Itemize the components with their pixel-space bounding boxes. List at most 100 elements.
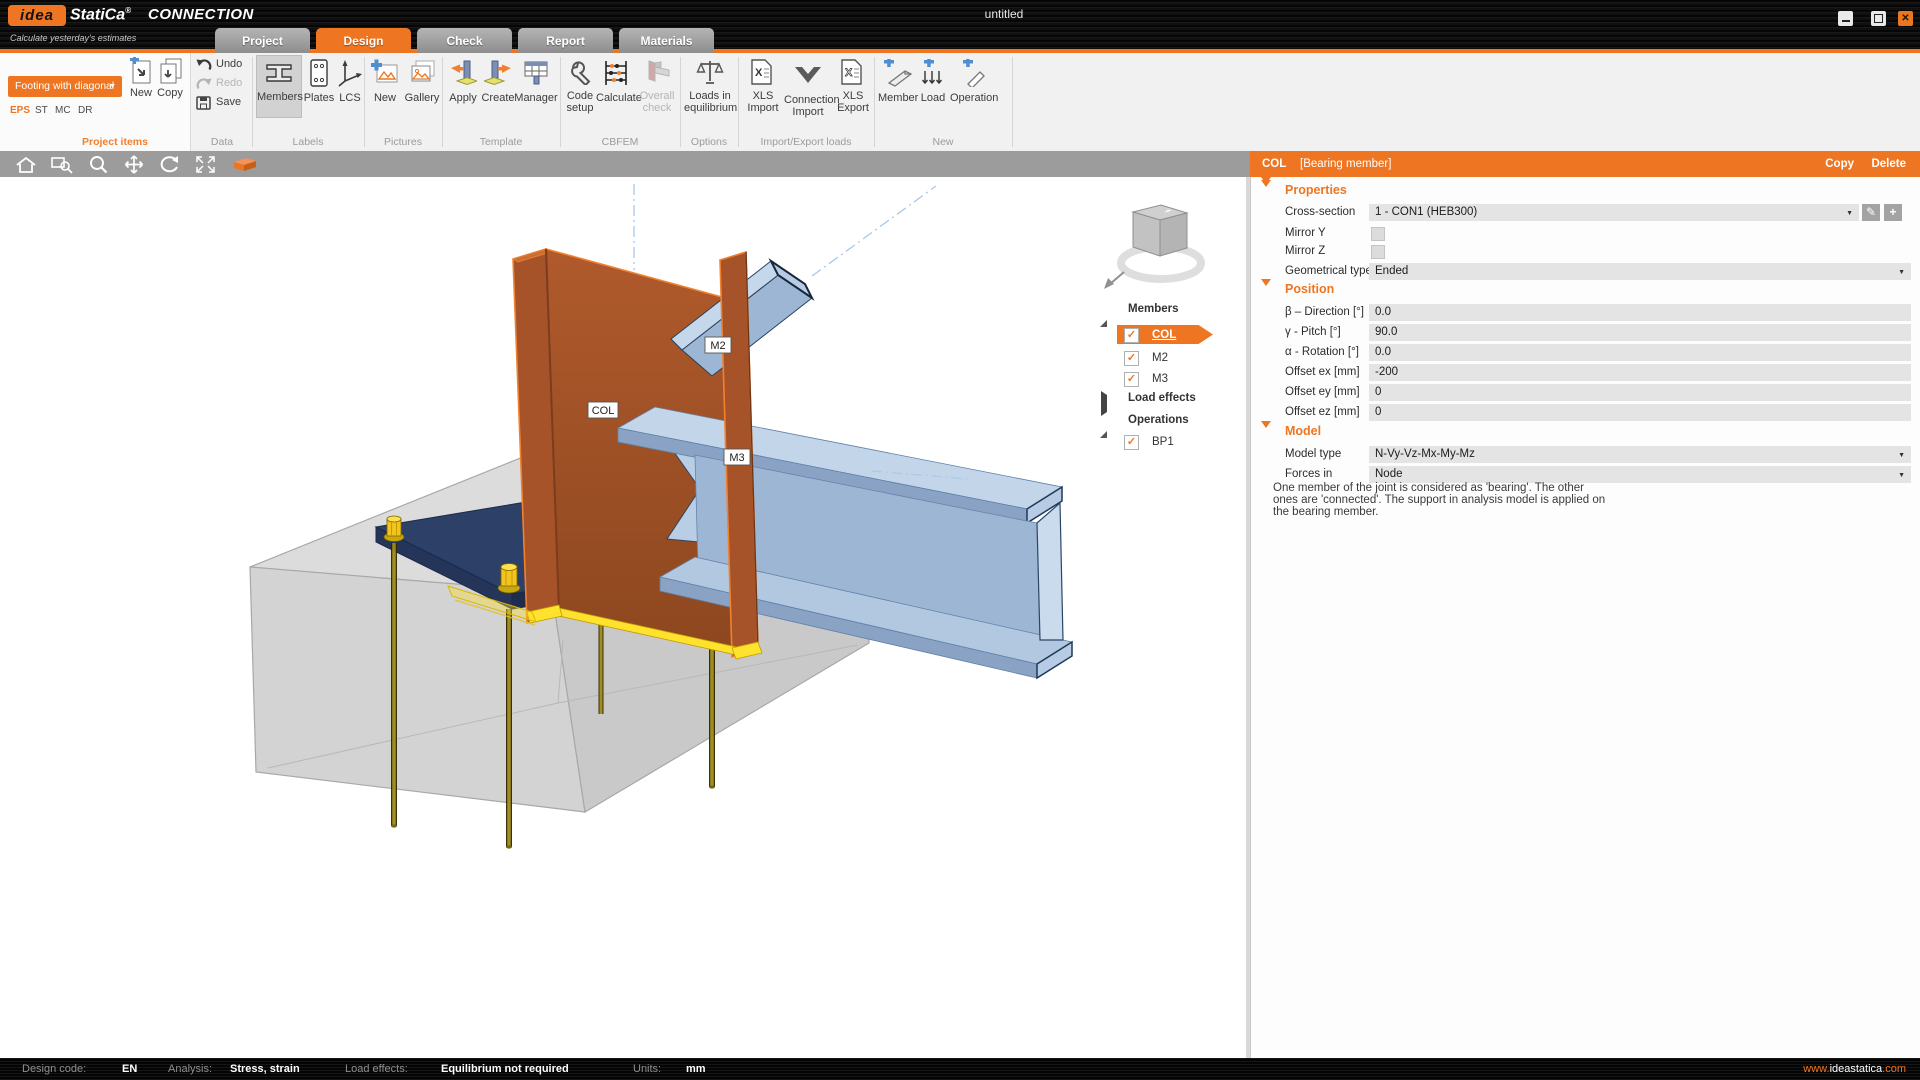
alpha-input[interactable]: 0.0 [1369,344,1911,361]
panel-header: COL [Bearing member] Copy Delete [1250,151,1920,177]
gamma-input[interactable]: 90.0 [1369,324,1911,341]
tab-materials[interactable]: Materials [619,28,714,53]
panel-header-name: COL [1262,151,1286,177]
gallery-button[interactable]: Gallery [402,59,442,104]
maximize-button[interactable] [1871,11,1886,26]
divider [874,57,875,147]
redo-button[interactable]: Redo [196,77,212,96]
tab-project[interactable]: Project [215,28,310,53]
tab-check[interactable]: Check [417,28,512,53]
members-button[interactable]: Members [256,55,302,118]
minimize-button[interactable] [1838,11,1853,26]
bearing-note-line1: One member of the joint is considered as… [1273,482,1584,494]
apply-template-button[interactable]: Apply [446,59,480,104]
window-title: untitled [904,7,1104,21]
zoom-icon[interactable] [88,154,110,175]
offset-ey-input[interactable]: 0 [1369,384,1911,401]
xls-export-button[interactable]: X XLS Export [834,59,872,114]
checkbox-m3[interactable]: ✓ [1124,372,1139,387]
new-member-label: Member [878,92,918,104]
chevron-down-icon: ▼ [1898,264,1905,281]
lcs-button[interactable]: LCS [336,59,364,104]
forces-in-select[interactable]: Node▼ [1369,466,1911,483]
new-project-item-icon[interactable] [129,57,153,90]
geometrical-type-select[interactable]: Ended▼ [1369,263,1911,280]
xls-import-button[interactable]: X XLS Import [744,59,782,114]
rotate-icon[interactable] [158,154,182,175]
code-mc[interactable]: MC [55,105,71,116]
tree-item-m2[interactable]: M2 [1152,352,1168,364]
tree-operations-expander[interactable] [1100,414,1107,432]
view-cube[interactable] [1104,205,1201,289]
panel-copy-button[interactable]: Copy [1825,151,1854,177]
template-manager-label: Manager [514,92,558,104]
loads-equilibrium-label: Loads in [684,90,736,102]
load-effects-value: Equilibrium not required [441,1058,569,1080]
beta-input[interactable]: 0.0 [1369,304,1911,321]
loads-in-equilibrium-button[interactable]: Loads in equilibrium [684,59,736,114]
copy-project-item-icon[interactable] [158,57,182,90]
undo-button[interactable]: Undo [196,58,212,77]
mirror-y-checkbox[interactable] [1371,227,1385,241]
offset-ez-input[interactable]: 0 [1369,404,1911,421]
pan-icon[interactable] [122,154,146,175]
section-properties-collapse[interactable] [1261,187,1271,205]
website-link[interactable]: www.ideastatica.com [1803,1058,1906,1080]
group-cbfem: CBFEM [560,136,680,148]
connection-import-button[interactable]: Connection Import [784,59,832,118]
tab-report[interactable]: Report [518,28,613,53]
tree-members-expander[interactable] [1100,303,1107,321]
checkbox-bp1[interactable]: ✓ [1124,435,1139,450]
cross-section-label: Cross-section [1285,206,1355,218]
new-operation-button[interactable]: Operation [950,59,998,104]
tree-load-effects[interactable]: Load effects [1128,392,1196,404]
viewport-3d[interactable]: COL M2 M3 [0,177,1250,1058]
plates-button[interactable]: Plates [302,59,336,104]
new-load-button[interactable]: Load [918,59,948,104]
code-setup-button[interactable]: Code setup [564,59,596,114]
tree-item-m3[interactable]: M3 [1152,373,1168,385]
tree-operations[interactable]: Operations [1128,414,1189,426]
save-icon [196,96,212,110]
template-manager-button[interactable]: Manager [514,59,558,104]
home-icon[interactable] [14,155,38,174]
tree-item-bp1[interactable]: BP1 [1152,436,1174,448]
save-button[interactable]: Save [196,96,212,115]
zoom-window-icon[interactable] [50,155,76,174]
code-eps[interactable]: EPS [10,105,30,116]
zoom-all-icon[interactable] [194,154,218,175]
checkbox-col[interactable]: ✓ [1124,328,1139,343]
overall-check-button[interactable]: Overall check [636,59,678,114]
edit-cross-section-button[interactable]: ✎ [1862,204,1880,221]
code-st[interactable]: ST [35,105,48,116]
plates-icon [308,59,330,87]
tree-load-effects-expander[interactable] [1101,395,1107,413]
members-icon [264,60,294,86]
offset-ex-input[interactable]: -200 [1369,364,1911,381]
beta-label: β – Direction [°] [1285,306,1364,318]
redo-icon [196,77,212,91]
checkbox-m2[interactable]: ✓ [1124,351,1139,366]
solid-brick-icon[interactable] [232,156,258,173]
calculate-button[interactable]: Calculate [596,59,636,104]
project-item-combo[interactable]: Footing with diagonal▼ [8,76,122,97]
tree-members[interactable]: Members [1128,303,1179,315]
tree-item-col[interactable]: COL [1152,329,1176,341]
code-dr[interactable]: DR [78,105,92,116]
model-type-select[interactable]: N-Vy-Vz-Mx-My-Mz▼ [1369,446,1911,463]
close-button[interactable]: ✕ [1898,11,1913,26]
new-picture-button[interactable]: New [368,59,402,104]
new-member-button[interactable]: Member [878,59,918,104]
mirror-z-checkbox[interactable] [1371,245,1385,259]
tab-design[interactable]: Design [316,28,411,53]
offset-ez-label: Offset ez [mm] [1285,406,1360,418]
section-position-collapse[interactable] [1261,286,1271,304]
overall-check-icon [643,59,671,85]
load-effects-label: Load effects: [345,1058,408,1080]
add-cross-section-button[interactable]: + [1884,204,1902,221]
create-template-button[interactable]: Create [480,59,516,104]
cross-section-select[interactable]: 1 - CON1 (HEB300)▼ [1369,204,1859,221]
panel-delete-button[interactable]: Delete [1871,151,1906,177]
section-model-collapse[interactable] [1261,428,1271,446]
project-items-panel: Footing with diagonal▼ EPS ST MC DR New … [0,53,191,151]
